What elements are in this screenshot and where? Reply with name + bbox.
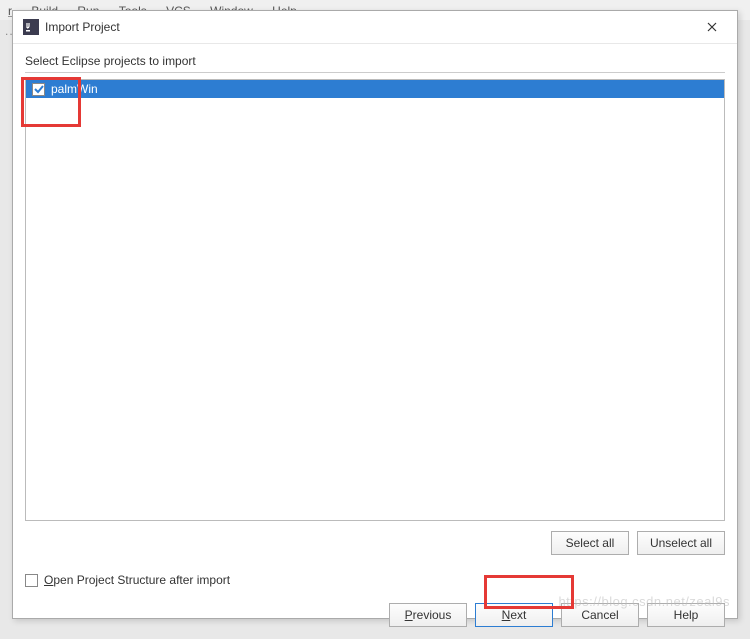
cancel-button[interactable]: Cancel (561, 603, 639, 627)
close-button[interactable] (697, 17, 727, 37)
open-structure-checkbox[interactable] (25, 574, 38, 587)
next-button[interactable]: Next (475, 603, 553, 627)
section-divider (25, 72, 725, 73)
previous-button[interactable]: Previous (389, 603, 467, 627)
dialog-title: Import Project (45, 20, 697, 34)
intellij-icon (23, 19, 39, 35)
section-label: Select Eclipse projects to import (25, 54, 725, 68)
unselect-all-label: Unselect all (650, 536, 712, 550)
open-structure-label[interactable]: Open Project Structure after import (44, 573, 230, 587)
project-item-palmwin[interactable]: palmWin (26, 80, 724, 98)
close-icon (707, 22, 717, 32)
project-name: palmWin (51, 82, 98, 96)
dialog-body: Select Eclipse projects to import palmWi… (13, 44, 737, 595)
select-buttons-row: Select all Unselect all (25, 531, 725, 555)
dialog-titlebar: Import Project (13, 11, 737, 44)
select-all-label: Select all (566, 536, 615, 550)
select-all-button[interactable]: Select all (551, 531, 629, 555)
checkmark-icon (34, 84, 44, 94)
dialog-footer: Previous Next Cancel Help (13, 595, 737, 639)
project-checkbox[interactable] (32, 83, 45, 96)
help-button[interactable]: Help (647, 603, 725, 627)
import-project-dialog: Import Project Select Eclipse projects t… (12, 10, 738, 619)
project-list[interactable]: palmWin (25, 79, 725, 521)
unselect-all-button[interactable]: Unselect all (637, 531, 725, 555)
open-structure-row: Open Project Structure after import (25, 573, 725, 587)
